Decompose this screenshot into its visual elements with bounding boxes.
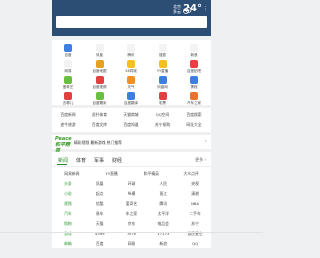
app-item[interactable]: 百度 (52, 43, 84, 58)
app-label: 彩票 (159, 101, 166, 105)
app-label: 百度翻译 (124, 101, 138, 105)
tongcheng-icon (127, 60, 135, 68)
app-item[interactable]: 58同城 (115, 59, 147, 74)
app-label: 网易 (64, 69, 72, 73)
app-label: 百度 (64, 53, 72, 57)
sina-icon (190, 44, 198, 52)
yy-icon (158, 60, 167, 68)
active-tab-indicator (57, 164, 67, 165)
app-label: 携程 (190, 85, 198, 89)
app-label: 凤凰 (96, 53, 103, 57)
app-label: 58同城 (125, 69, 137, 73)
app-label: 爱奇艺 (62, 85, 74, 89)
news-link[interactable]: 苏宁 (176, 221, 214, 227)
app-label: 天气 (127, 85, 135, 89)
tieba-icon (190, 60, 198, 68)
iqiyi-icon (64, 76, 72, 84)
news-more-link[interactable]: 更多 › (195, 157, 206, 163)
footer-divider (0, 232, 263, 233)
app-label: 汽车之家 (187, 101, 201, 105)
app-label: 百度地图 (92, 69, 107, 73)
search-input[interactable] (56, 16, 207, 28)
news-link[interactable]: 二手车 (176, 211, 214, 217)
news-link[interactable]: 网易新闻 (53, 171, 91, 177)
app-item[interactable]: 彩票 (147, 91, 179, 106)
map-icon (95, 60, 104, 68)
nuomi-icon (95, 92, 104, 100)
news-link[interactable]: YY直播 (93, 171, 131, 177)
app-item[interactable]: 凤凰网 (147, 75, 179, 90)
news-panel: 新闻 体育 军事 财经 更多 › 网易新闻 YY直播 和平精英 大众点评 头条 凤凰 环球人… (52, 152, 211, 248)
app-item[interactable]: 凤凰 (84, 43, 116, 58)
banner-text: 精彩视频 最新游戏 热门推荐 (74, 140, 122, 145)
app-label: 凤凰网 (157, 85, 168, 89)
news-link[interactable]: 央视 (176, 181, 214, 187)
phoenix-icon (95, 44, 104, 52)
quick-link[interactable]: 网址大全 (174, 122, 214, 128)
more-menu-icon[interactable]: ⋮ (203, 6, 208, 12)
qunar-icon (64, 92, 72, 100)
temperature-display[interactable]: 24° (183, 3, 202, 14)
app-item[interactable]: 百度视频 (84, 75, 116, 90)
app-label: YY直播 (156, 69, 169, 73)
app-screen: { "header": {"city": ["北京", "多云"], "temp… (0, 0, 263, 258)
app-grid: 百度 凤凰 腾讯 搜狐 新浪网易 百度地图 58同城 YY直播 百度贴吧爱奇艺 百度视频 天气 凤凰网… (52, 40, 211, 121)
weather-condition: 多云 (173, 9, 181, 14)
app-item[interactable]: 爱奇艺 (52, 75, 84, 90)
divider (52, 166, 211, 167)
video-icon (95, 76, 104, 84)
lottery-icon (158, 92, 167, 100)
app-label: 去哪儿 (62, 101, 74, 105)
banner-logo: Peace 和平精英 (55, 136, 72, 154)
app-item[interactable]: 百度翻译 (115, 91, 147, 106)
promo-banner[interactable]: Peace 和平精英 精彩视频 最新游戏 热门推荐 › (52, 135, 211, 154)
tab-sports[interactable]: 体育 (76, 157, 86, 164)
tab-news[interactable]: 新闻 (58, 157, 68, 164)
app-item[interactable]: 天气 (115, 75, 147, 90)
app-item[interactable]: 百度糯米 (84, 91, 116, 106)
baidu-icon (64, 44, 72, 52)
app-item[interactable]: YY直播 (147, 59, 179, 74)
news-link[interactable]: QQ (176, 241, 214, 246)
app-item[interactable]: 百度地图 (84, 59, 116, 74)
netease-icon (64, 60, 72, 68)
sohu-icon (158, 44, 167, 52)
app-item[interactable]: 汽车之家 (178, 91, 210, 106)
app-item[interactable]: 网易 (52, 59, 84, 74)
ifeng-icon (158, 76, 167, 84)
app-item[interactable]: 去哪儿 (52, 91, 84, 106)
weather-icon (127, 76, 135, 84)
app-label: 腾讯 (127, 53, 135, 57)
news-link[interactable]: 潇湘 (176, 191, 214, 197)
tencent-icon (127, 44, 135, 52)
news-link[interactable]: NBA (176, 201, 214, 206)
quick-links: 百度新闻 虎扑体育 天猫商城 QQ空间 百度搜索 途牛旅游 百度文库 百度知道 苏宁易购 网址大全 (52, 108, 211, 132)
ctrip-icon (190, 76, 198, 84)
tab-finance[interactable]: 财经 (112, 157, 122, 164)
app-label: 百度视频 (92, 85, 107, 89)
app-item[interactable]: 百度贴吧 (178, 59, 210, 74)
header-bar: 北京 多云 24° ⋮ (52, 0, 211, 36)
app-label: 百度贴吧 (187, 69, 201, 73)
quick-link[interactable]: 百度搜索 (174, 112, 214, 118)
app-item[interactable]: 腾讯 (115, 43, 147, 58)
app-item[interactable]: 携程 (178, 75, 210, 90)
city-weather-label: 北京 多云 (173, 4, 181, 14)
news-link[interactable]: 大众点评 (172, 171, 210, 177)
app-item[interactable]: 搜狐 (147, 43, 179, 58)
app-item[interactable]: 新浪 (178, 43, 210, 58)
translate-icon (127, 92, 135, 100)
autohome-icon (190, 92, 198, 100)
app-label: 百度糯米 (92, 101, 107, 105)
news-link[interactable]: 和平精英 (132, 171, 170, 177)
tab-military[interactable]: 军事 (94, 157, 104, 164)
chevron-right-icon: › (204, 138, 207, 145)
app-label: 搜狐 (159, 53, 166, 57)
app-label: 新浪 (190, 53, 198, 57)
